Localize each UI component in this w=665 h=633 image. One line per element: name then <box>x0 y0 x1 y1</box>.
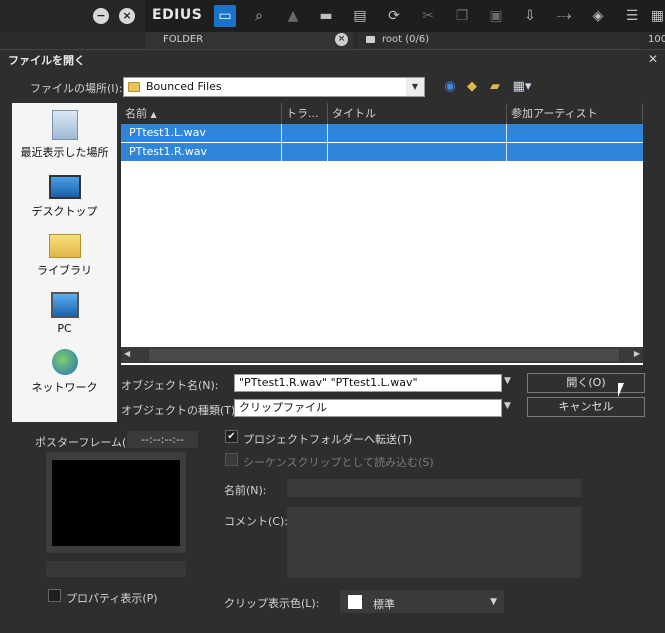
dialog-title: ファイルを開く <box>8 54 85 67</box>
file-list-header: 名前 ▲ トラ... タイトル 参加アーティスト <box>121 103 643 124</box>
new-folder-icon[interactable]: ▰ <box>486 78 504 96</box>
folder-tab-label: FOLDER <box>163 34 204 45</box>
new-file-icon[interactable]: ▤ <box>349 5 371 27</box>
shield-icon[interactable]: ◈ <box>587 5 609 27</box>
tab-root[interactable]: root (0/6) <box>358 32 640 49</box>
back-icon[interactable]: ◉ <box>441 78 459 96</box>
cancel-button[interactable]: キャンセル <box>527 397 645 417</box>
paste-icon[interactable]: ▣ <box>485 5 507 27</box>
pc-icon <box>50 292 79 318</box>
cut-icon[interactable]: ✂ <box>417 5 439 27</box>
column-track[interactable]: トラ... <box>282 103 328 124</box>
sequence-checkbox[interactable] <box>225 453 238 466</box>
file-title <box>328 124 507 142</box>
place-library[interactable]: ライブラリ <box>12 234 117 278</box>
preview-frame <box>46 452 186 553</box>
sort-up-icon: ▲ <box>150 110 157 119</box>
property-label: プロパティ表示(P) <box>66 592 158 605</box>
scroll-left-icon[interactable]: ◀ <box>124 349 130 358</box>
place-label: デスクトップ <box>31 205 98 218</box>
file-row[interactable]: PTtest1.L.wav <box>121 124 643 142</box>
clip-color-value: 標準 <box>373 598 395 611</box>
transfer-label: プロジェクトフォルダーへ転送(T) <box>243 433 413 446</box>
view-menu-icon[interactable]: ▦▾ <box>510 78 534 96</box>
chevron-down-icon[interactable]: ▼ <box>504 376 511 386</box>
file-track <box>282 143 328 161</box>
cursor-icon <box>618 383 630 397</box>
scroll-right-icon[interactable]: ▶ <box>634 349 640 358</box>
location-combo[interactable]: Bounced Files ▼ <box>123 77 425 97</box>
place-network[interactable]: ネットワーク <box>12 349 117 395</box>
location-value: Bounced Files <box>146 80 222 93</box>
place-label: 最近表示した場所 <box>20 146 109 159</box>
object-type-label: オブジェクトの種類(T): <box>121 404 240 417</box>
file-row[interactable]: PTtest1.R.wav <box>121 143 643 161</box>
preview-screen <box>52 460 180 546</box>
folder-icon <box>366 36 375 43</box>
name-input[interactable] <box>287 479 581 497</box>
comment-label: コメント(C): <box>224 515 288 528</box>
preview-slider[interactable] <box>46 561 186 577</box>
add-to-timeline-icon[interactable]: ⇩ <box>519 5 541 27</box>
open-folder-icon[interactable]: ▬ <box>315 5 337 27</box>
network-icon <box>51 349 78 375</box>
desktop-icon <box>48 175 81 199</box>
horizontal-scrollbar[interactable]: ◀ ▶ <box>121 347 643 363</box>
name-label: 名前(N): <box>224 484 267 497</box>
place-label: ライブラリ <box>37 264 92 277</box>
tab-folder[interactable]: FOLDER × <box>145 32 353 49</box>
poster-frame-value[interactable]: --:--:--:-- <box>127 431 198 448</box>
color-swatch <box>348 595 362 609</box>
object-name-input[interactable]: "PTtest1.R.wav" "PTtest1.L.wav" <box>234 374 502 392</box>
column-label: 名前 <box>125 107 147 120</box>
replace-icon[interactable]: ⤏ <box>553 5 575 27</box>
file-name: PTtest1.L.wav <box>121 124 282 142</box>
place-recent[interactable]: 最近表示した場所 <box>12 110 117 160</box>
place-desktop[interactable]: デスクトップ <box>12 175 117 219</box>
list-view-icon[interactable]: ☰ <box>621 5 643 27</box>
close-tab-icon[interactable]: × <box>335 33 348 46</box>
clip-color-select[interactable]: 標準 ▼ <box>340 590 504 613</box>
recent-places-icon <box>51 110 78 140</box>
location-label: ファイルの場所(I): <box>30 82 123 95</box>
poster-frame-label: ポスターフレーム(R): <box>35 436 142 449</box>
up-folder-icon[interactable]: ◆ <box>463 78 481 96</box>
copy-icon[interactable]: ❐ <box>451 5 473 27</box>
zoom-value: 100 <box>648 34 665 45</box>
chevron-down-icon: ▼ <box>490 597 497 607</box>
sequence-label: シーケンスクリップとして読み込む(S) <box>243 456 434 469</box>
file-title <box>328 143 507 161</box>
property-checkbox[interactable] <box>48 589 61 602</box>
object-name-label: オブジェクト名(N): <box>121 379 219 392</box>
app-name: EDIUS <box>152 7 203 23</box>
place-pc[interactable]: PC <box>12 292 117 335</box>
folder-icon <box>128 82 140 92</box>
minimize-icon[interactable]: − <box>93 8 109 24</box>
chevron-down-icon[interactable]: ▼ <box>406 78 424 96</box>
comment-input[interactable] <box>287 507 581 578</box>
column-title[interactable]: タイトル <box>328 103 507 124</box>
transfer-checkbox[interactable]: ✔ <box>225 430 238 443</box>
place-label: ネットワーク <box>31 381 98 394</box>
sync-icon[interactable]: ⟳ <box>383 5 405 27</box>
root-tab-label: root (0/6) <box>382 34 430 45</box>
close-app-icon[interactable]: × <box>119 8 135 24</box>
up-icon[interactable]: ▲ <box>282 5 304 27</box>
clip-color-label: クリップ表示色(L): <box>224 597 320 610</box>
file-name: PTtest1.R.wav <box>121 143 282 161</box>
library-icon <box>48 234 81 258</box>
chevron-down-icon[interactable]: ▼ <box>504 401 511 411</box>
file-track <box>282 124 328 142</box>
search-icon[interactable]: ⌕ <box>248 5 270 27</box>
grid-view-icon[interactable]: ▦ <box>650 5 665 27</box>
close-dialog-icon[interactable]: ✕ <box>648 52 658 66</box>
place-label: PC <box>57 322 72 335</box>
folder-view-icon[interactable]: ▭ <box>214 5 236 27</box>
object-type-select[interactable]: クリップファイル <box>234 399 502 417</box>
scroll-thumb[interactable] <box>149 349 619 361</box>
column-name[interactable]: 名前 ▲ <box>121 103 282 124</box>
column-artist[interactable]: 参加アーティスト <box>507 103 643 124</box>
